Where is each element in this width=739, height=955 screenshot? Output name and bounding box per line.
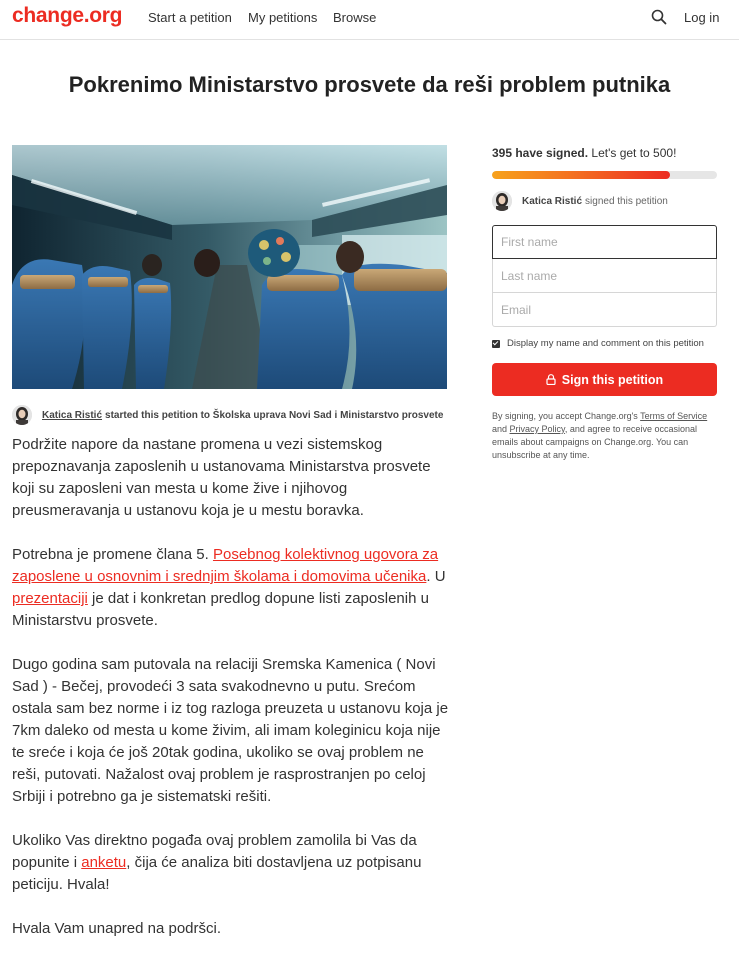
first-name-field[interactable] (492, 225, 717, 259)
top-navigation-bar: change.org Start a petition My petitions… (0, 0, 739, 40)
lock-icon (546, 374, 556, 385)
signer-action: signed this petition (585, 195, 668, 207)
petition-title: Pokrenimo Ministarstvo prosvete da reši … (68, 72, 671, 97)
starter-description: started this petition to Školska uprava … (105, 409, 444, 421)
email-field[interactable] (492, 293, 717, 327)
paragraph-3: Dugo godina sam putovala na relaciji Sre… (12, 656, 449, 805)
last-name-field[interactable] (492, 259, 717, 293)
terms-of-service-link[interactable]: Terms of Service (640, 411, 707, 421)
paragraph-2: Potrebna je promene člana 5. Posebnog ko… (12, 546, 446, 629)
search-icon[interactable] (650, 8, 668, 26)
sign-button-label: Sign this petition (561, 372, 664, 387)
paragraph-1: Podržite napore da nastane promena u vez… (12, 436, 431, 519)
petition-starter: Katica Ristić started this petition to Š… (12, 404, 443, 426)
paragraph-5: Hvala Vam unapred na podršci. (12, 920, 222, 937)
starter-avatar (12, 405, 32, 425)
signature-progress-bar (492, 171, 717, 179)
petition-description: Podržite napore da nastane promena u vez… (12, 434, 452, 955)
recent-signer: Katica Ristić signed this petition (492, 190, 668, 212)
nav-browse[interactable]: Browse (333, 10, 376, 25)
display-name-option: Display my name and comment on this peti… (492, 338, 704, 349)
sign-form (492, 225, 717, 327)
petition-hero-image (12, 145, 447, 389)
survey-link[interactable]: anketu (81, 854, 126, 871)
paragraph-4: Ukoliko Vas direktno pogađa ovaj problem… (12, 832, 422, 893)
legal-notice: By signing, you accept Change.org's Term… (492, 411, 708, 460)
signature-count: 395 have signed. Let's get to 500! (492, 146, 677, 160)
presentation-link[interactable]: prezentaciji (12, 590, 88, 607)
login-link[interactable]: Log in (684, 10, 719, 25)
nav-my-petitions[interactable]: My petitions (248, 10, 317, 25)
display-name-label: Display my name and comment on this peti… (507, 338, 704, 349)
privacy-policy-link[interactable]: Privacy Policy (510, 424, 565, 434)
change-org-logo[interactable]: change.org (12, 4, 122, 28)
signer-name: Katica Ristić (522, 195, 583, 207)
display-name-checkbox[interactable] (492, 339, 500, 348)
signer-avatar (492, 191, 512, 211)
progress-fill (492, 171, 670, 179)
sign-petition-button[interactable]: Sign this petition (492, 363, 717, 396)
nav-start-petition[interactable]: Start a petition (148, 10, 232, 25)
starter-name-link[interactable]: Katica Ristić (42, 410, 102, 421)
